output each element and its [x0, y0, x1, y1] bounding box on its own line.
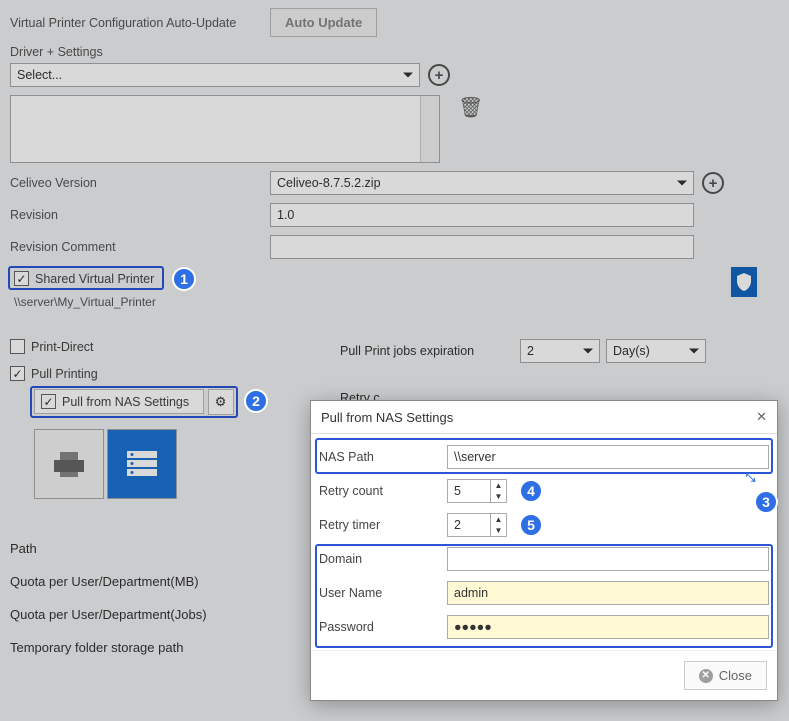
password-input[interactable]: ●●●●●: [447, 615, 769, 639]
nas-path-value: \\server: [454, 450, 496, 464]
password-label: Password: [319, 620, 447, 634]
driver-select-value: Select...: [17, 68, 62, 82]
celiveo-version-label: Celiveo Version: [10, 176, 270, 190]
callout-5: 5: [519, 513, 543, 537]
close-button-icon: ✕: [699, 669, 713, 683]
pull-from-nas-label: Pull from NAS Settings: [62, 395, 189, 409]
modal-title: Pull from NAS Settings: [321, 410, 453, 425]
revision-value: 1.0: [277, 208, 294, 222]
pull-expiration-value-select[interactable]: 2: [520, 339, 600, 363]
trash-icon[interactable]: 🗑: [458, 95, 483, 120]
nas-settings-modal: Pull from NAS Settings ✕ NAS Path \\serv…: [310, 400, 778, 701]
retry-timer-label: Retry timer: [319, 518, 447, 532]
close-button[interactable]: ✕ Close: [684, 661, 767, 690]
close-icon[interactable]: ✕: [756, 409, 767, 425]
celiveo-version-select[interactable]: Celiveo-8.7.5.2.zip: [270, 171, 694, 195]
driver-listbox[interactable]: [10, 95, 440, 163]
callout-3: 3: [754, 490, 778, 514]
domain-label: Domain: [319, 552, 447, 566]
retry-count-value: 5: [454, 484, 461, 498]
print-direct-label: Print-Direct: [31, 340, 94, 354]
pull-expiration-unit: Day(s): [613, 344, 650, 358]
pull-printing-checkbox[interactable]: ✓: [10, 366, 25, 381]
nas-path-label: NAS Path: [319, 450, 447, 464]
retry-timer-value: 2: [454, 518, 461, 532]
revision-label: Revision: [10, 208, 270, 222]
auto-update-button[interactable]: Auto Update: [270, 8, 377, 37]
pull-expiration-value: 2: [527, 344, 534, 358]
user-name-input[interactable]: admin: [447, 581, 769, 605]
user-name-value: admin: [454, 586, 488, 600]
shared-printer-checkbox[interactable]: ✓: [14, 271, 29, 286]
callout-2: 2: [244, 389, 268, 413]
pull-printing-label: Pull Printing: [31, 367, 98, 381]
pull-from-nas-checkbox[interactable]: ✓: [41, 394, 56, 409]
callout-4: 4: [519, 479, 543, 503]
shared-printer-path: \\server\My_Virtual_Printer: [14, 295, 156, 309]
pull-expiration-label: Pull Print jobs expiration: [340, 344, 520, 358]
add-version-icon[interactable]: +: [702, 172, 724, 194]
driver-settings-label: Driver + Settings: [10, 45, 270, 59]
shield-icon[interactable]: [731, 267, 757, 297]
auto-update-label: Virtual Printer Configuration Auto-Updat…: [10, 16, 270, 30]
add-driver-icon[interactable]: +: [428, 64, 450, 86]
print-direct-checkbox[interactable]: [10, 339, 25, 354]
retry-timer-input[interactable]: 2 ▲▼: [447, 513, 507, 537]
password-value: ●●●●●: [454, 620, 492, 634]
user-name-label: User Name: [319, 586, 447, 600]
revision-comment-label: Revision Comment: [10, 240, 270, 254]
revision-comment-field[interactable]: [270, 235, 694, 259]
retry-count-label: Retry count: [319, 484, 447, 498]
mode-nas-tile[interactable]: [107, 429, 177, 499]
pull-expiration-unit-select[interactable]: Day(s): [606, 339, 706, 363]
shared-printer-label: Shared Virtual Printer: [35, 272, 154, 286]
close-button-label: Close: [719, 668, 752, 683]
driver-select[interactable]: Select...: [10, 63, 420, 87]
retry-count-input[interactable]: 5 ▲▼: [447, 479, 507, 503]
celiveo-version-value: Celiveo-8.7.5.2.zip: [277, 176, 381, 190]
gear-icon[interactable]: ⚙: [208, 389, 234, 415]
nas-path-input[interactable]: \\server: [447, 445, 769, 469]
callout-1: 1: [172, 267, 196, 291]
mode-printer-tile[interactable]: [34, 429, 104, 499]
revision-field[interactable]: 1.0: [270, 203, 694, 227]
domain-input[interactable]: [447, 547, 769, 571]
